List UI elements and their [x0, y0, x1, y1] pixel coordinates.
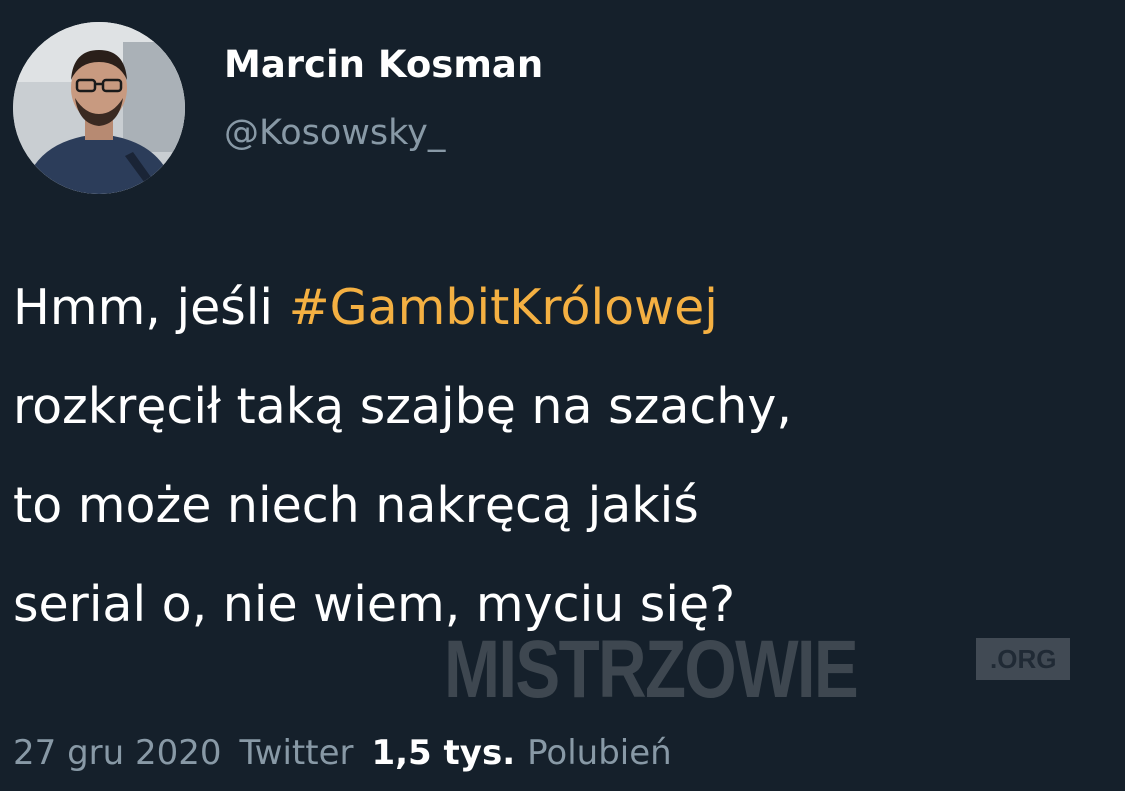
hashtag-link[interactable]: #GambitKrólowej — [289, 279, 718, 336]
profile-photo-icon — [13, 22, 185, 194]
tweet-metadata: 27 gru 2020 Twitter 1,5 tys. Polubień — [13, 726, 672, 780]
tweet-text-line: Hmm, jeśli #GambitKrólowej — [13, 258, 1118, 357]
author-display-name[interactable]: Marcin Kosman — [224, 40, 543, 90]
tweet-text-line: serial o, nie wiem, myciu się? — [13, 576, 736, 633]
tweet-source[interactable]: Twitter — [240, 726, 354, 780]
tweet-text-segment: Hmm, jeśli — [13, 279, 289, 336]
tweet-text-line: to może niech nakręcą jakiś — [13, 477, 699, 534]
avatar[interactable] — [13, 22, 185, 194]
tweet-text-line: rozkręcił taką szajbę na szachy, — [13, 378, 792, 435]
author-handle[interactable]: @Kosowsky_ — [224, 108, 445, 158]
likes-count[interactable]: 1,5 tys. — [371, 726, 515, 780]
tweet-card: Marcin Kosman @Kosowsky_ Hmm, jeśli #Gam… — [0, 0, 1125, 791]
likes-label[interactable]: Polubień — [527, 726, 672, 780]
tweet-date[interactable]: 27 gru 2020 — [13, 726, 222, 780]
tweet-text: Hmm, jeśli #GambitKrólowej rozkręcił tak… — [13, 258, 1118, 654]
